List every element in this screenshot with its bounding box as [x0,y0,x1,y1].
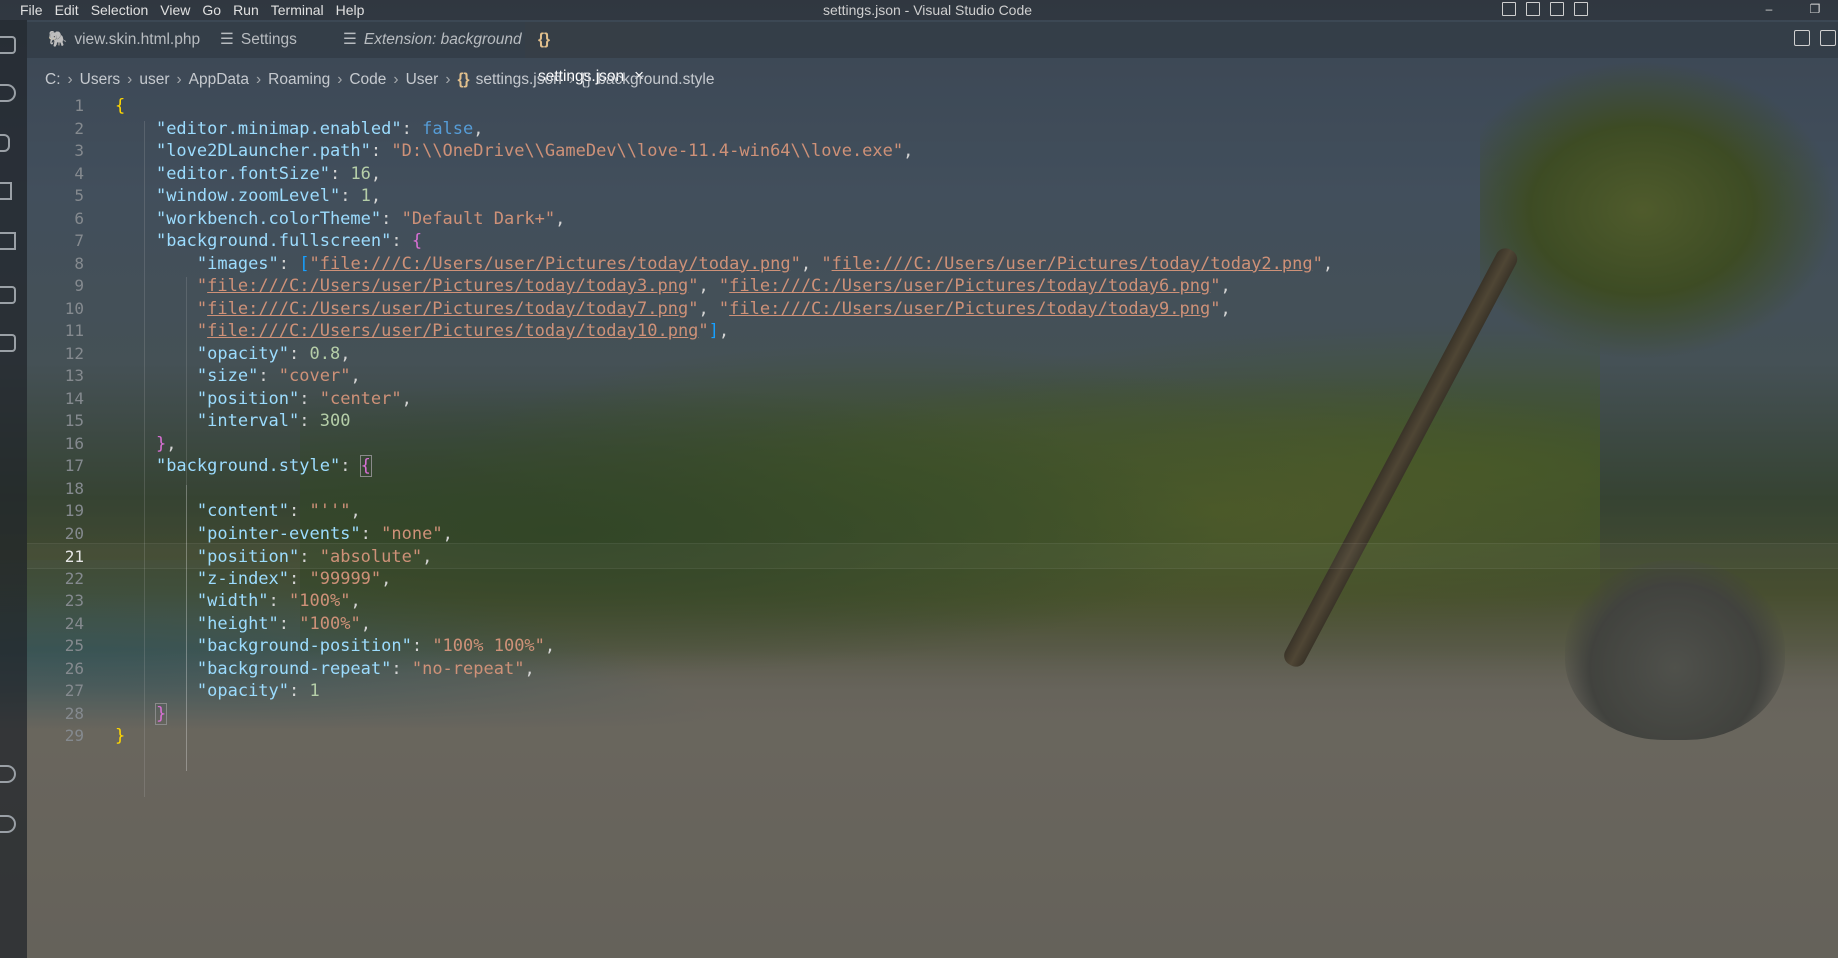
open-settings-ui-icon[interactable] [1794,30,1810,46]
title-bar: File Edit Selection View Go Run Terminal… [0,0,1838,20]
json-braces-icon: {} [457,71,470,88]
json-braces-icon: {} [538,31,551,48]
split-editor-icon[interactable] [1820,30,1836,46]
chevron-right-icon: › [67,71,73,88]
settings-list-icon: ☰ [220,31,234,48]
tab-settings-json[interactable]: {}settings.json × [525,22,660,85]
chevron-right-icon: › [255,71,262,88]
line-number: 29 [64,726,84,745]
breadcrumb-item[interactable]: Users [80,71,120,88]
code-editor[interactable]: 1{2 "editor.minimap.enabled": false, 3 "l… [27,95,1838,955]
chevron-right-icon: › [127,71,133,88]
search-icon[interactable] [0,84,16,102]
extension-list-icon: ☰ [343,31,357,48]
tab-label: Settings [240,31,297,48]
customize-layout-icon[interactable] [1574,2,1588,16]
account-icon[interactable] [0,765,16,783]
toggle-secondary-sidebar-icon[interactable] [1550,2,1564,16]
breadcrumb-item[interactable]: AppData [189,71,249,88]
tab-label: Extension: background [363,31,522,48]
restore-button[interactable]: ❐ [1792,0,1838,20]
chevron-right-icon: › [568,71,574,88]
remote-explorer-icon[interactable] [0,286,16,304]
code-line[interactable]: 29} [27,723,1838,749]
breadcrumb-item[interactable]: C: [45,71,61,88]
breadcrumb-item[interactable]: Code [349,71,386,88]
breadcrumb: C: › Users › user › AppData › Roaming › Code › User ›… [45,71,714,93]
chevron-right-icon: › [337,71,343,88]
manage-gear-icon[interactable] [0,815,16,833]
tab-label: view.skin.html.php [74,31,201,48]
breadcrumb-item[interactable]: settings.json [476,71,562,88]
window-controls: – ❐ [1746,0,1838,20]
minimize-button[interactable]: – [1746,0,1792,20]
testing-icon[interactable] [0,334,16,352]
extensions-icon[interactable] [0,232,16,250]
breadcrumb-item[interactable]: User [406,71,439,88]
chevron-right-icon: › [176,71,182,88]
code-text: } [115,726,126,746]
object-braces-icon: {} [580,71,592,88]
explorer-icon[interactable] [0,36,16,54]
tab-view-skin[interactable]: 🐘 view.skin.html.php [35,22,215,58]
layout-controls [1502,2,1588,16]
run-debug-icon[interactable] [0,182,12,200]
activity-bar [0,20,27,958]
chevron-right-icon: › [393,71,399,88]
toggle-panel-icon[interactable] [1526,2,1540,16]
php-icon: 🐘 [48,31,68,48]
editor-tabs: 🐘 view.skin.html.php ☰ Settings ☰ Extension… [27,22,1838,85]
breadcrumb-item[interactable]: user [139,71,169,88]
tab-extension-background[interactable]: ☰ Extension: background [330,22,525,58]
chevron-right-icon: › [445,71,451,88]
source-control-icon[interactable] [0,134,10,152]
editor-actions [1794,30,1836,46]
tab-settings[interactable]: ☰ Settings [207,22,337,58]
breadcrumb-item[interactable]: background.style [597,71,714,88]
toggle-primary-sidebar-icon[interactable] [1502,2,1516,16]
breadcrumb-item[interactable]: Roaming [268,71,330,88]
